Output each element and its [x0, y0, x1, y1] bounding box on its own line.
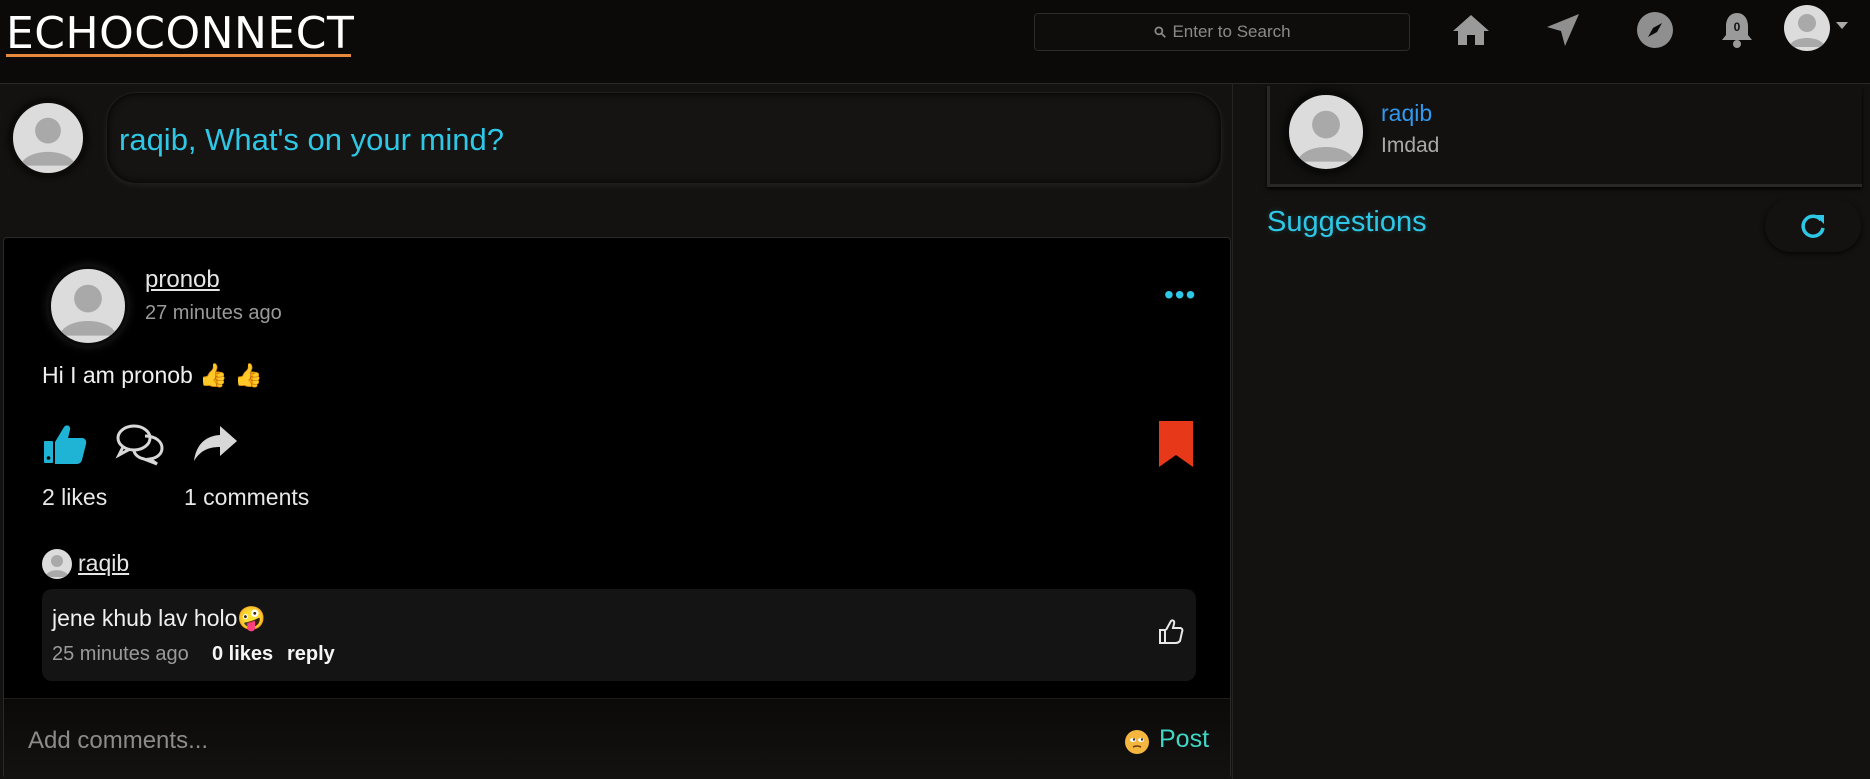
comments-count[interactable]: 1 comments [184, 484, 309, 511]
user-avatar[interactable] [1784, 5, 1830, 51]
explore-icon[interactable] [1633, 8, 1677, 52]
share-icon[interactable] [190, 419, 240, 469]
comment-likes[interactable]: 0 likes [212, 643, 273, 666]
search-input[interactable]: Enter to Search [1034, 13, 1410, 51]
like-icon[interactable] [40, 419, 90, 469]
brand-underline [6, 54, 351, 57]
home-icon[interactable] [1449, 8, 1493, 52]
reply-button[interactable]: reply [287, 643, 335, 666]
notification-count: 0 [1733, 20, 1741, 34]
add-comment-bar: Add comments... Post [4, 698, 1230, 779]
post-composer: raqib, What's on your mind? [0, 86, 1232, 231]
column-divider [1232, 84, 1233, 779]
profile-avatar[interactable] [1286, 92, 1366, 172]
emoji-picker-icon[interactable] [1124, 729, 1150, 760]
comment-icon[interactable] [115, 419, 165, 469]
suggestions-title: Suggestions [1267, 206, 1427, 238]
bookmark-icon[interactable] [1159, 421, 1193, 472]
search-icon [1154, 26, 1167, 38]
more-options-icon[interactable]: ••• [1164, 281, 1196, 309]
comment-author-avatar[interactable] [42, 549, 72, 579]
post-author-name[interactable]: pronob [145, 266, 220, 294]
comment-author-name[interactable]: raqib [78, 550, 129, 577]
comment-timestamp: 25 minutes ago [52, 643, 189, 665]
post-text: Hi I am pronob 👍 👍 [42, 362, 263, 388]
post-author-avatar[interactable] [48, 266, 128, 346]
top-navbar: ECHOCONNECT Enter to Search 0 [0, 0, 1870, 84]
composer-avatar [10, 100, 86, 176]
comment-text: jene khub lav holo🤪 [52, 605, 267, 631]
search-placeholder: Enter to Search [1172, 22, 1291, 41]
send-icon[interactable] [1541, 8, 1585, 52]
composer-prompt[interactable]: raqib, What's on your mind? [119, 122, 504, 158]
bell-icon[interactable]: 0 [1715, 8, 1759, 52]
comment-item: jene khub lav holo🤪 25 minutes ago 0 lik… [42, 589, 1196, 681]
profile-username[interactable]: raqib [1381, 100, 1432, 127]
post-timestamp: 27 minutes ago [145, 302, 282, 324]
post-comment-button[interactable]: Post [1159, 725, 1209, 754]
refresh-button[interactable] [1765, 200, 1861, 252]
chevron-down-icon[interactable] [1836, 22, 1848, 29]
add-comment-input[interactable]: Add comments... [28, 727, 208, 755]
profile-card: raqib Imdad [1267, 86, 1862, 187]
likes-count[interactable]: 2 likes [42, 484, 107, 511]
brand-logo[interactable]: ECHOCONNECT [6, 8, 354, 59]
comment-like-icon[interactable] [1158, 619, 1184, 650]
post-card: pronob 27 minutes ago ••• Hi I am pronob… [3, 237, 1231, 779]
refresh-icon [1801, 214, 1825, 238]
profile-fullname: Imdad [1381, 134, 1440, 157]
